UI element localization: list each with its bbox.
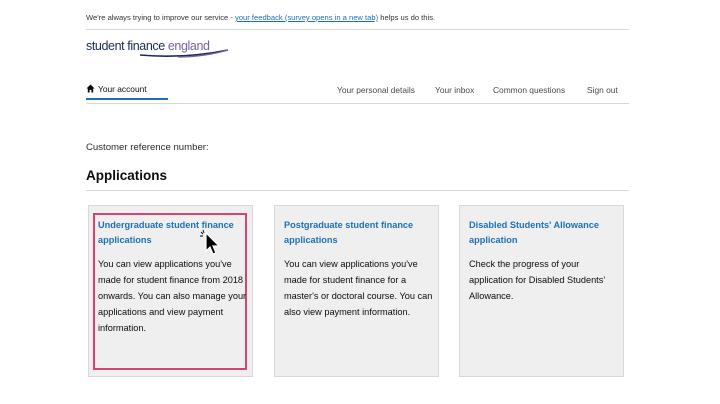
logo-swoosh-icon (139, 49, 229, 58)
card-undergraduate-body: You can view applications you've made fo… (98, 259, 247, 333)
nav-your-account[interactable]: Your account (86, 84, 147, 104)
card-undergraduate[interactable]: Undergraduate student finance applicatio… (88, 205, 253, 377)
feedback-banner: We're always trying to improve our servi… (86, 13, 435, 22)
nav-inbox[interactable]: Your inbox (435, 85, 474, 95)
customer-reference-label: Customer reference number: (86, 142, 209, 153)
applications-heading: Applications (86, 168, 168, 183)
card-dsa-title[interactable]: Disabled Students' Allowance application (469, 218, 619, 248)
active-tab-indicator (86, 98, 168, 100)
card-postgraduate-title[interactable]: Postgraduate student finance application… (284, 218, 434, 248)
site-logo[interactable]: student finance england (86, 37, 229, 58)
divider (86, 29, 629, 30)
feedback-link[interactable]: your feedback (survey opens in a new tab… (235, 13, 378, 22)
heading-divider (86, 190, 629, 191)
account-nav: Your account Your personal details Your … (86, 84, 629, 104)
card-postgraduate-body: You can view applications you've made fo… (284, 259, 433, 317)
nav-divider (86, 103, 629, 104)
feedback-suffix: helps us do this. (378, 13, 436, 22)
feedback-prefix: We're always trying to improve our servi… (86, 13, 236, 22)
card-postgraduate[interactable]: Postgraduate student finance application… (274, 205, 439, 377)
nav-common-questions[interactable]: Common questions (493, 85, 565, 95)
card-undergraduate-title[interactable]: Undergraduate student finance applicatio… (98, 218, 248, 248)
home-icon (86, 84, 95, 93)
nav-personal-details[interactable]: Your personal details (337, 85, 415, 95)
card-dsa[interactable]: Disabled Students' Allowance application… (459, 205, 624, 377)
nav-sign-out[interactable]: Sign out (587, 85, 618, 95)
card-dsa-body: Check the progress of your application f… (469, 259, 606, 301)
pointer-cursor-icon (200, 229, 221, 255)
nav-your-account-label: Your account (98, 84, 147, 94)
